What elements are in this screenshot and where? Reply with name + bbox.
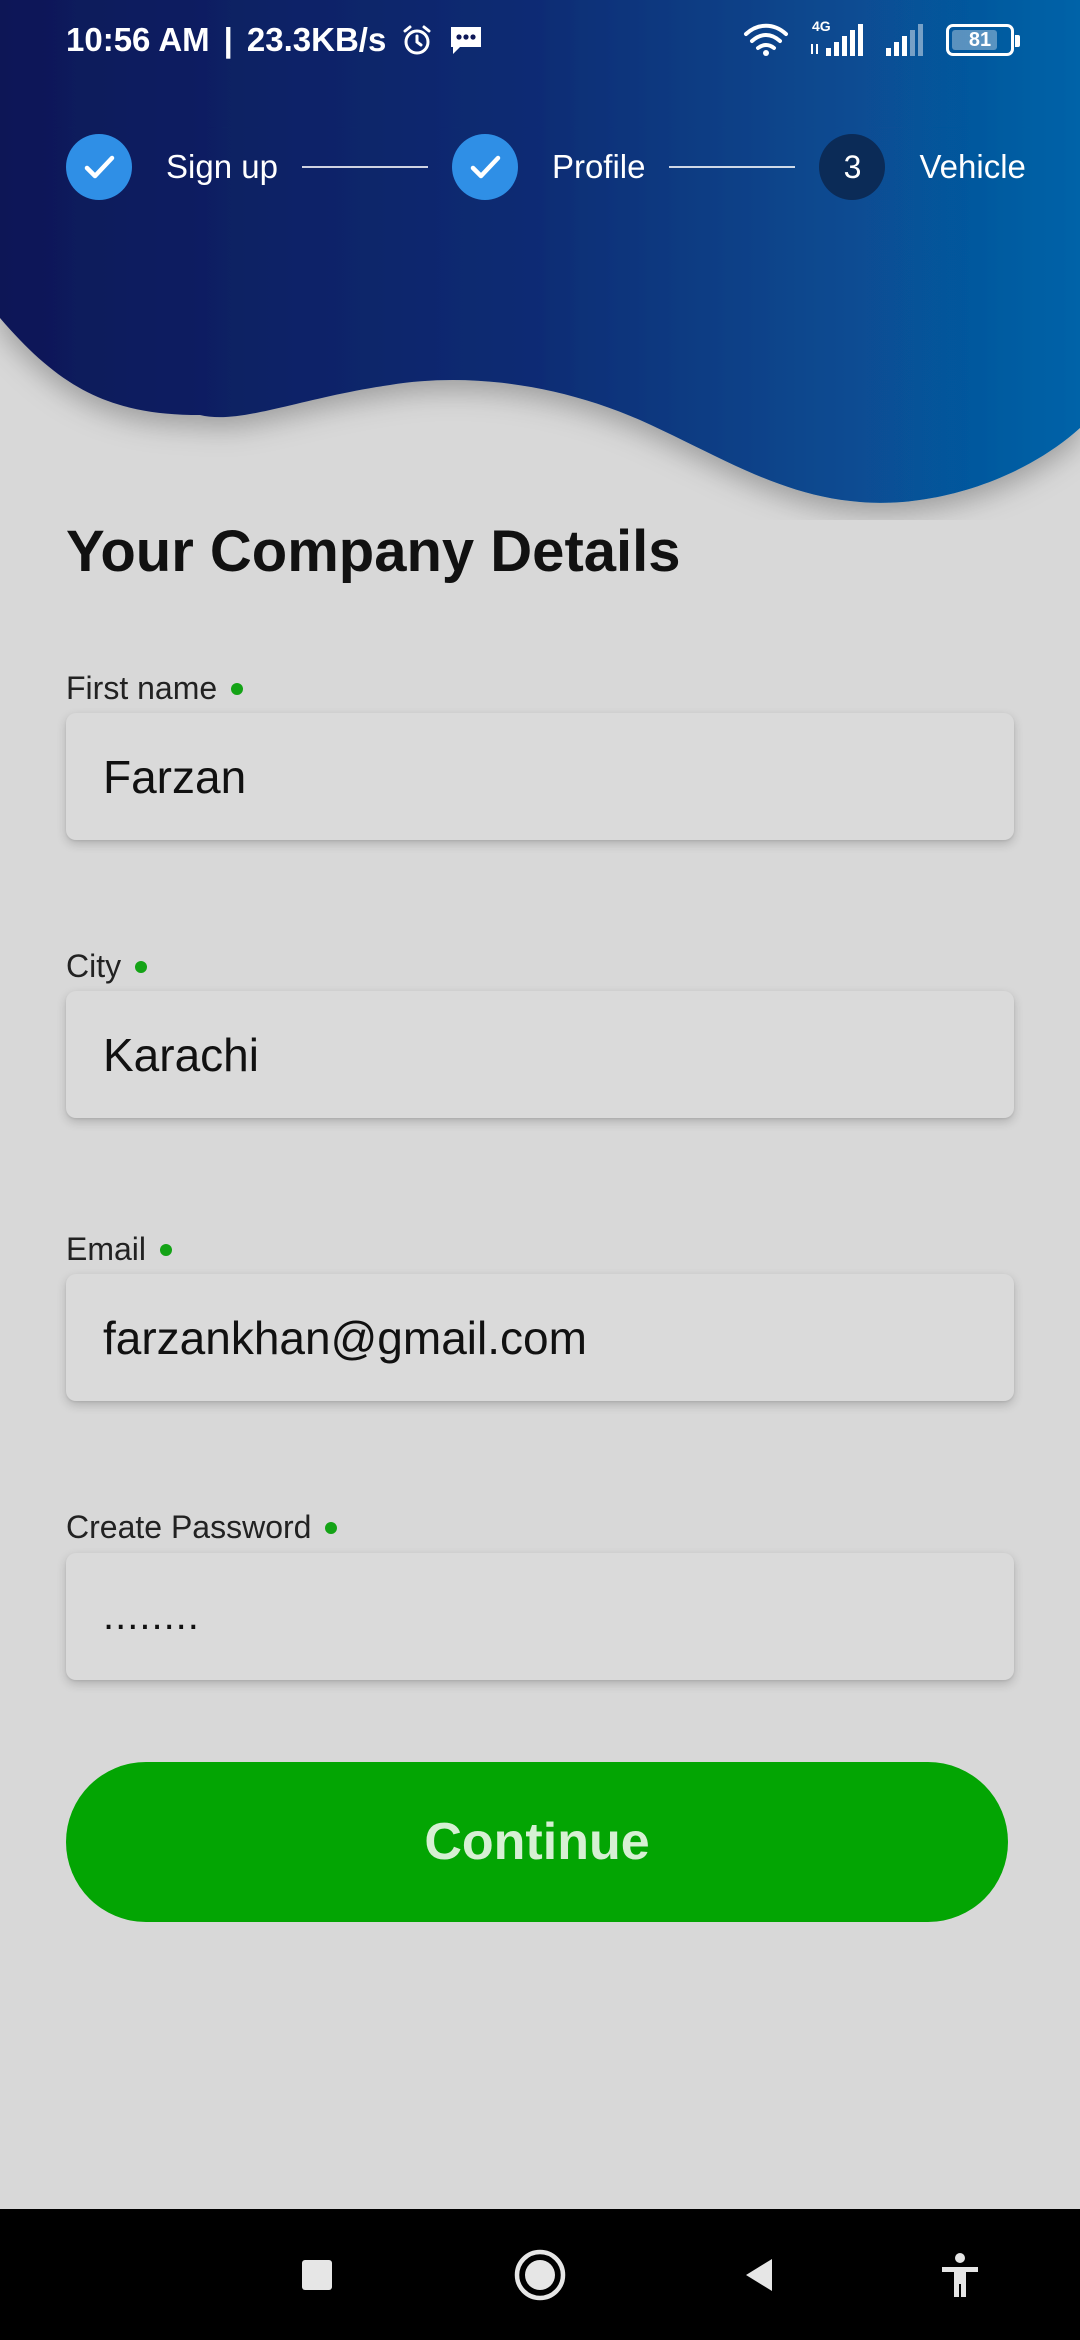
required-dot: [135, 960, 148, 973]
accessibility-icon: [942, 2252, 978, 2297]
message-icon: [451, 27, 482, 54]
step-connector: [669, 166, 796, 168]
status-right: 4G 81: [742, 18, 1020, 58]
city-label: City: [66, 948, 122, 984]
first-name-input[interactable]: [66, 713, 1014, 840]
battery-indicator: 81: [946, 24, 1020, 56]
status-bar: 10:56 AM | 23.3KB/s 4G 81: [0, 0, 1080, 80]
first-name-label: First name: [66, 670, 218, 706]
password-label: Create Password: [66, 1509, 312, 1545]
step-2-indicator: [451, 134, 518, 200]
square-icon: [302, 2259, 332, 2290]
status-speed: 23.3KB/s: [246, 21, 387, 58]
home-circle-icon: [514, 2249, 566, 2300]
back-button[interactable]: [715, 2209, 805, 2340]
signal-strength-icon: [811, 24, 863, 56]
city-label-row: City: [66, 948, 148, 985]
email-label: Email: [66, 1231, 147, 1267]
required-dot: [160, 1243, 173, 1256]
first-name-label-row: First name: [66, 670, 244, 707]
check-icon: [84, 155, 115, 179]
page-title: Your Company Details: [66, 519, 681, 584]
city-input[interactable]: [66, 991, 1014, 1118]
signup-stepper: Sign up Profile 3 Vehicle: [66, 133, 1026, 201]
status-left: 10:56 AM | 23.3KB/s: [66, 21, 484, 59]
accessibility-button[interactable]: [915, 2209, 1005, 2340]
first-name-field: [66, 713, 1014, 840]
step-connector: [301, 166, 428, 168]
step-2-label: Profile: [551, 148, 646, 185]
password-input[interactable]: [66, 1553, 1014, 1680]
required-dot: [325, 1521, 338, 1534]
home-button[interactable]: [495, 2209, 585, 2340]
step-3-indicator: 3: [819, 134, 886, 200]
password-field: [66, 1553, 1014, 1680]
city-field: [66, 991, 1014, 1118]
signal-strength-2-icon: [886, 24, 923, 56]
continue-button[interactable]: Continue: [66, 1762, 1008, 1922]
status-time: 10:56 AM: [66, 21, 210, 58]
step-1-label: Sign up: [166, 148, 278, 185]
step-1-indicator: [66, 134, 132, 200]
check-icon: [470, 155, 501, 179]
email-field: [66, 1274, 1014, 1401]
wifi-icon: [744, 23, 788, 56]
required-dot: [231, 682, 244, 695]
step-3-number: 3: [843, 148, 862, 185]
recent-apps-button[interactable]: [272, 2209, 362, 2340]
status-separator: |: [223, 21, 233, 58]
password-label-row: Create Password: [66, 1509, 338, 1546]
battery-level: 81: [968, 28, 992, 51]
back-triangle-icon: [746, 2258, 772, 2291]
signal-4g: 4G: [808, 18, 866, 58]
alarm-icon: [403, 25, 431, 55]
email-input[interactable]: [66, 1274, 1014, 1401]
email-label-row: Email: [66, 1231, 173, 1268]
step-3-label: Vehicle: [919, 148, 1026, 185]
system-nav-bar: [0, 2209, 1080, 2340]
